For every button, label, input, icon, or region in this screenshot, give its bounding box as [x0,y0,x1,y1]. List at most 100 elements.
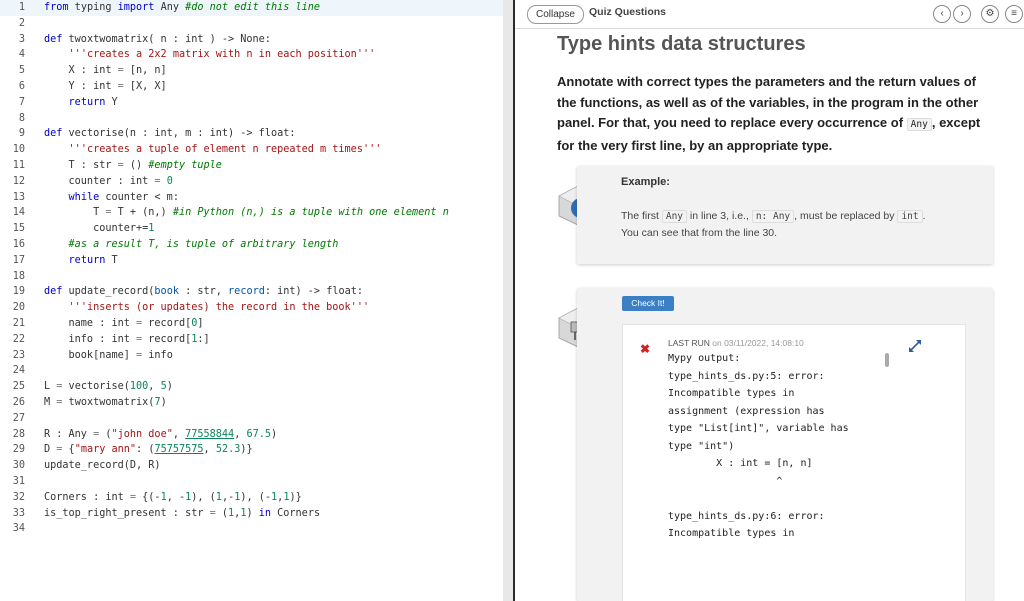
example-text-part: The first [621,210,662,222]
code-text[interactable]: T : str = () #empty tuple [44,158,222,174]
line-number: 5 [18,65,25,77]
page-title: Type hints data structures [557,33,806,55]
code-line[interactable]: 32 Corners : int = {(-1, -1), (1,-1), (-1… [0,490,503,506]
code-editor[interactable]: 1 from typing import Any #do not edit thi… [0,0,503,601]
example-text: The first Any in line 3, i.e., n: Any, m… [621,208,976,242]
code-text[interactable]: def vectorise(n : int, m : int) -> float… [44,126,295,142]
code-line[interactable]: 27 [0,411,503,427]
code-line[interactable]: 19 def update_record(book : str, record: … [0,284,503,300]
code-line[interactable]: 21 name : int = record[0] [0,316,503,332]
line-number: 20 [12,302,25,314]
inline-code: Any [906,118,932,131]
code-text[interactable]: book[name] = info [44,348,173,364]
code-text[interactable]: return T [44,253,118,269]
code-line[interactable]: 9 def vectorise(n : int, m : int) -> floa… [0,126,503,142]
code-text[interactable]: return Y [44,95,118,111]
output-scrollbar[interactable] [885,353,889,367]
code-line[interactable]: 34 [0,521,503,537]
gear-icon[interactable]: ⚙ [981,5,999,23]
example-text-part: . [922,210,926,222]
code-text[interactable]: '''creates a tuple of element n repeated… [44,142,382,158]
code-line[interactable]: 5 X : int = [n, n] [0,63,503,79]
code-line[interactable]: 25 L = vectorise(100, 5) [0,379,503,395]
line-number: 22 [12,333,25,345]
expand-icon[interactable] [908,339,922,353]
list-icon[interactable]: ≡ [1005,5,1023,23]
code-line[interactable]: 3 def twoxtwomatrix( n : int ) -> None: [0,32,503,48]
check-it-button[interactable]: Check It! [622,296,674,311]
code-line[interactable]: 23 book[name] = info [0,348,503,364]
code-line[interactable]: 13 while counter < m: [0,190,503,206]
line-number: 21 [12,318,25,329]
code-line[interactable]: 28 R : Any = ("john doe", 77558844, 67.5) [0,427,503,443]
code-line[interactable]: 20 '''inserts (or updates) the record in… [0,300,503,316]
code-text[interactable]: D = {"mary ann": (75757575, 52.3)} [44,442,253,458]
code-text[interactable]: R : Any = ("john doe", 77558844, 67.5) [44,427,277,443]
code-text[interactable]: #as a result T, is tuple of arbitrary le… [44,237,339,253]
code-text[interactable]: T = T + (n,) #in Python (n,) is a tuple … [44,205,449,221]
quiz-panel: Collapse Quiz Questions ‹ › ⚙ ≡ Type hin… [515,0,1024,601]
code-line[interactable]: 6 Y : int = [X, X] [0,79,503,95]
line-number: 26 [12,397,25,408]
code-text[interactable]: '''creates a 2x2 matrix with n in each p… [44,47,376,63]
code-text[interactable]: X : int = [n, n] [44,63,167,79]
code-text[interactable]: counter : int = 0 [44,174,173,190]
code-line[interactable]: 7 return Y [0,95,503,111]
line-number: 23 [12,349,25,361]
check-panel: Check It! ✖ LAST RUN on 03/11/2022, 14:0… [577,288,993,601]
code-line[interactable]: 16 #as a result T, is tuple of arbitrary… [0,237,503,253]
code-text[interactable]: L = vectorise(100, 5) [44,379,173,395]
top-bar: Collapse Quiz Questions ‹ › ⚙ ≡ [515,0,1024,29]
inline-code: n: Any [751,210,795,223]
code-text[interactable]: M = twoxtwomatrix(7) [44,395,167,411]
line-number: 4 [18,49,25,61]
inline-code: int [897,210,923,223]
line-number: 3 [18,33,25,45]
line-number: 15 [12,223,25,235]
code-line[interactable]: 1 from typing import Any #do not edit thi… [0,0,503,16]
inline-code: Any [661,210,688,223]
line-number: 6 [18,81,25,92]
example-text-part: , must be replaced by [794,210,898,222]
code-text[interactable]: def update_record(book : str, record: in… [44,284,363,300]
chevron-right-icon[interactable]: › [953,5,971,23]
code-text[interactable]: counter+=1 [44,221,154,237]
code-text[interactable]: Corners : int = {(-1, -1), (1,-1), (-1,1… [44,490,302,506]
code-line[interactable]: 24 [0,363,503,379]
code-line[interactable]: 17 return T [0,253,503,269]
code-text[interactable]: from typing import Any #do not edit this… [44,0,320,16]
code-line[interactable]: 26 M = twoxtwomatrix(7) [0,395,503,411]
code-line[interactable]: 18 [0,269,503,285]
code-line[interactable]: 11 T : str = () #empty tuple [0,158,503,174]
code-text[interactable]: name : int = record[0] [44,316,204,332]
code-text[interactable]: update_record(D, R) [44,458,161,474]
code-line[interactable]: 33 is_top_right_present : str = (1,1) in … [0,506,503,522]
code-line[interactable]: 31 [0,474,503,490]
code-text[interactable]: while counter < m: [44,190,179,206]
code-text[interactable]: def twoxtwomatrix( n : int ) -> None: [44,32,271,48]
code-line[interactable]: 2 [0,16,503,32]
code-line[interactable]: 29 D = {"mary ann": (75757575, 52.3)} [0,442,503,458]
code-text[interactable]: info : int = record[1:] [44,332,210,348]
breadcrumb: Quiz Questions [589,6,667,18]
code-line[interactable]: 8 [0,111,503,127]
line-number: 1 [18,2,25,13]
code-line[interactable]: 14 T = T + (n,) #in Python (n,) is a tup… [0,205,503,221]
chevron-left-icon[interactable]: ‹ [933,5,951,23]
output-card[interactable]: ✖ LAST RUN on 03/11/2022, 14:08:10 Mypy … [622,324,966,601]
line-number: 19 [12,286,25,298]
line-number: 16 [12,239,25,250]
line-number: 29 [12,444,25,456]
code-text[interactable]: is_top_right_present : str = (1,1) in Co… [44,506,320,522]
editor-scrollbar-track[interactable] [503,0,513,601]
code-line[interactable]: 30 update_record(D, R) [0,458,503,474]
line-number: 34 [12,523,25,535]
code-text[interactable]: '''inserts (or updates) the record in th… [44,300,370,316]
code-line[interactable]: 10 '''creates a tuple of element n repea… [0,142,503,158]
code-line[interactable]: 22 info : int = record[1:] [0,332,503,348]
code-line[interactable]: 15 counter+=1 [0,221,503,237]
code-text[interactable]: Y : int = [X, X] [44,79,167,95]
collapse-button[interactable]: Collapse [527,5,584,24]
code-line[interactable]: 4 '''creates a 2x2 matrix with n in each… [0,47,503,63]
code-line[interactable]: 12 counter : int = 0 [0,174,503,190]
